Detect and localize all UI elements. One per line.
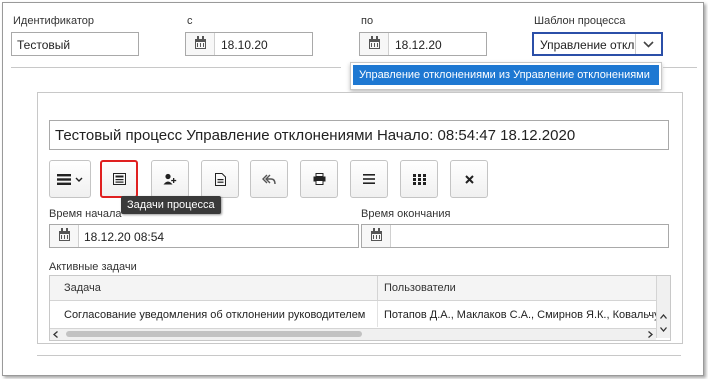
horizontal-scrollbar[interactable] [50,328,656,340]
process-title-field: Тестовый процесс Управление отклонениями… [49,120,669,150]
print-icon [313,173,325,185]
chevron-down-icon[interactable] [635,34,661,54]
template-select-value: Управление отклонениями [540,38,636,52]
column-divider [377,301,378,327]
reply-button[interactable] [250,160,288,198]
grid-icon [412,173,426,185]
divider [11,67,341,68]
start-time-value: 18.12.20 08:54 [84,230,165,244]
reply-icon [262,174,276,184]
process-title: Тестовый процесс Управление отклонениями… [55,127,576,144]
id-label: Идентификатор [13,15,94,27]
calendar-icon[interactable] [360,33,389,55]
column-divider [377,276,378,300]
list-button[interactable] [350,160,388,198]
calendar-icon[interactable] [362,225,391,247]
add-user-button[interactable] [151,160,189,198]
scrollbar-thumb[interactable] [66,331,362,337]
document-button[interactable] [201,160,239,198]
scroll-up-icon[interactable] [660,314,667,319]
menu-dropdown-icon [57,173,83,185]
tooltip: Задачи процесса [121,196,221,214]
close-icon [464,174,474,184]
calendar-icon[interactable] [50,225,79,247]
tasks-table: Задача Пользователи Согласование уведомл… [49,275,671,341]
table-header [50,276,656,301]
users-cell: Потапов Д.А., Маклаков С.А., Смирнов Я.К… [384,309,656,321]
template-option[interactable]: Управление отклонениями из Управление от… [353,65,659,85]
scroll-right-icon[interactable] [648,331,653,338]
to-date-input[interactable]: 18.12.20 [359,32,487,56]
task-cell: Согласование уведомления об отклонении р… [64,309,366,321]
id-input-value: Тестовый [17,38,71,52]
to-date-value: 18.12.20 [395,38,442,52]
template-dropdown: Управление отклонениями из Управление от… [350,62,662,90]
active-tasks-label: Активные задачи [49,261,137,273]
start-time-input[interactable]: 18.12.20 08:54 [49,224,359,248]
divider [37,355,681,356]
grid-button[interactable] [400,160,438,198]
divider [663,67,697,68]
print-button[interactable] [300,160,338,198]
vertical-scrollbar[interactable] [656,276,670,338]
scroll-down-icon[interactable] [660,327,667,332]
template-select[interactable]: Управление отклонениями [532,32,663,56]
calendar-icon[interactable] [186,33,215,55]
tasks-list-icon [112,173,126,185]
menu-dropdown-button[interactable] [49,160,91,198]
window-frame: Идентификатор Тестовый с 18.10.20 по 18.… [2,2,704,376]
from-date-label: с [187,15,193,27]
list-icon [363,174,375,184]
scroll-left-icon[interactable] [53,331,58,338]
from-date-input[interactable]: 18.10.20 [185,32,313,56]
column-header-users[interactable]: Пользователи [384,282,456,294]
add-user-icon [163,173,177,185]
document-icon [214,172,226,186]
close-button[interactable] [450,160,488,198]
to-date-label: по [361,15,374,27]
start-time-label: Время начала [49,208,122,220]
column-header-task[interactable]: Задача [64,282,101,294]
tasks-button[interactable] [100,160,138,198]
end-time-input[interactable] [361,224,669,248]
id-input[interactable]: Тестовый [11,32,139,56]
from-date-value: 18.10.20 [221,38,268,52]
end-time-label: Время окончания [361,208,451,220]
template-label: Шаблон процесса [534,15,626,27]
